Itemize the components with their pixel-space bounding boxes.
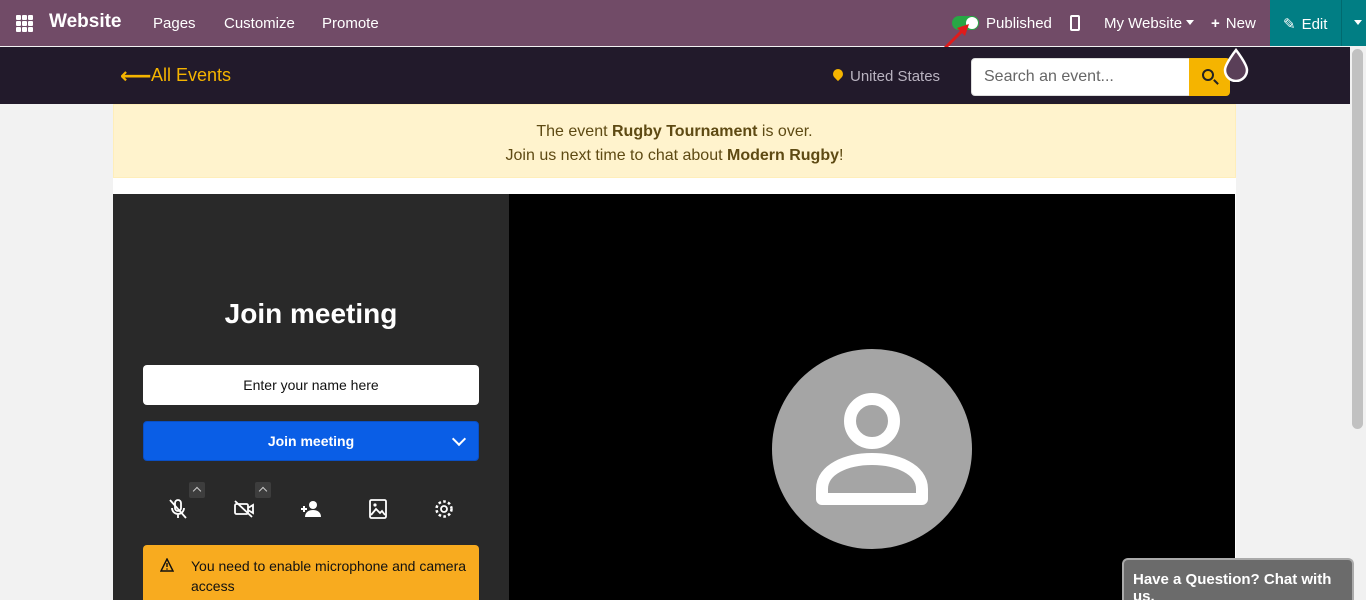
menu-promote[interactable]: Promote bbox=[322, 15, 379, 32]
warning-triangle-icon bbox=[160, 558, 174, 572]
invite-person-icon[interactable] bbox=[299, 497, 323, 521]
menu-customize[interactable]: Customize bbox=[224, 15, 295, 32]
video-preview bbox=[509, 194, 1235, 600]
mic-off-icon[interactable] bbox=[166, 497, 190, 521]
edit-button[interactable]: ✎ Edit bbox=[1270, 0, 1341, 46]
alert-line-1: The event Rugby Tournament is over. bbox=[114, 120, 1235, 144]
scrollbar-thumb[interactable] bbox=[1352, 49, 1363, 429]
join-meeting-button[interactable]: Join meeting bbox=[143, 421, 479, 461]
search-icon bbox=[1202, 69, 1214, 81]
participant-name-input[interactable] bbox=[143, 365, 479, 405]
permission-warning: You need to enable microphone and camera… bbox=[143, 545, 479, 600]
alert-text: is over. bbox=[757, 123, 813, 140]
meeting-title: Join meeting bbox=[224, 298, 398, 329]
alert-text: The event bbox=[536, 123, 612, 140]
event-over-alert: The event Rugby Tournament is over. Join… bbox=[113, 104, 1236, 178]
event-search-input[interactable] bbox=[971, 58, 1190, 96]
alert-event-name: Rugby Tournament bbox=[611, 123, 758, 140]
join-meeting-label: Join meeting bbox=[267, 433, 355, 449]
menu-pages[interactable]: Pages bbox=[153, 15, 196, 32]
mic-options-chevron[interactable] bbox=[189, 482, 205, 498]
avatar bbox=[772, 349, 972, 549]
meeting-prejoin-panel: Join meeting Join meeting You need to en… bbox=[113, 194, 509, 600]
my-website-dropdown[interactable]: My Website bbox=[1104, 15, 1195, 32]
warning-text: You need to enable microphone and camera… bbox=[191, 558, 467, 594]
all-events-link[interactable]: All Events bbox=[151, 65, 231, 86]
page-scrollbar[interactable] bbox=[1350, 47, 1366, 600]
apps-grid-icon[interactable] bbox=[16, 15, 33, 32]
background-image-icon[interactable] bbox=[366, 497, 390, 521]
chevron-down-icon[interactable] bbox=[451, 431, 467, 447]
settings-gear-icon[interactable] bbox=[432, 497, 456, 521]
alert-line-2: Join us next time to chat about Modern R… bbox=[114, 144, 1235, 168]
caret-down-icon bbox=[1354, 20, 1362, 25]
country-filter[interactable]: United States bbox=[850, 68, 940, 85]
camera-options-chevron[interactable] bbox=[255, 482, 271, 498]
brand-title[interactable]: Website bbox=[49, 11, 122, 33]
alert-text: ! bbox=[839, 147, 844, 164]
alert-topic-name: Modern Rugby bbox=[727, 147, 839, 164]
back-arrow-icon[interactable]: ⟵ bbox=[120, 63, 152, 89]
my-website-label: My Website bbox=[1104, 15, 1183, 32]
camera-off-icon[interactable] bbox=[232, 497, 256, 521]
edit-dropdown-toggle[interactable] bbox=[1341, 0, 1366, 46]
alert-text: Join us next time to chat about bbox=[505, 147, 727, 164]
admin-top-bar: Website Pages Customize Promote Publishe… bbox=[0, 0, 1366, 46]
new-button[interactable]: + New bbox=[1211, 15, 1256, 32]
live-chat-button[interactable]: Have a Question? Chat with us. bbox=[1122, 558, 1354, 600]
pencil-icon: ✎ bbox=[1283, 16, 1296, 33]
event-navbar: ⟵ All Events United States bbox=[0, 47, 1350, 104]
location-pin-icon bbox=[830, 66, 846, 82]
new-label: New bbox=[1225, 15, 1256, 32]
edit-label: Edit bbox=[1301, 16, 1328, 33]
mobile-preview-icon[interactable] bbox=[1070, 15, 1080, 31]
caret-down-icon bbox=[1186, 20, 1195, 25]
cursor-drop-icon bbox=[1223, 48, 1249, 82]
user-silhouette-icon bbox=[816, 393, 928, 505]
plus-icon: + bbox=[1211, 15, 1220, 32]
published-label[interactable]: Published bbox=[986, 15, 1052, 32]
